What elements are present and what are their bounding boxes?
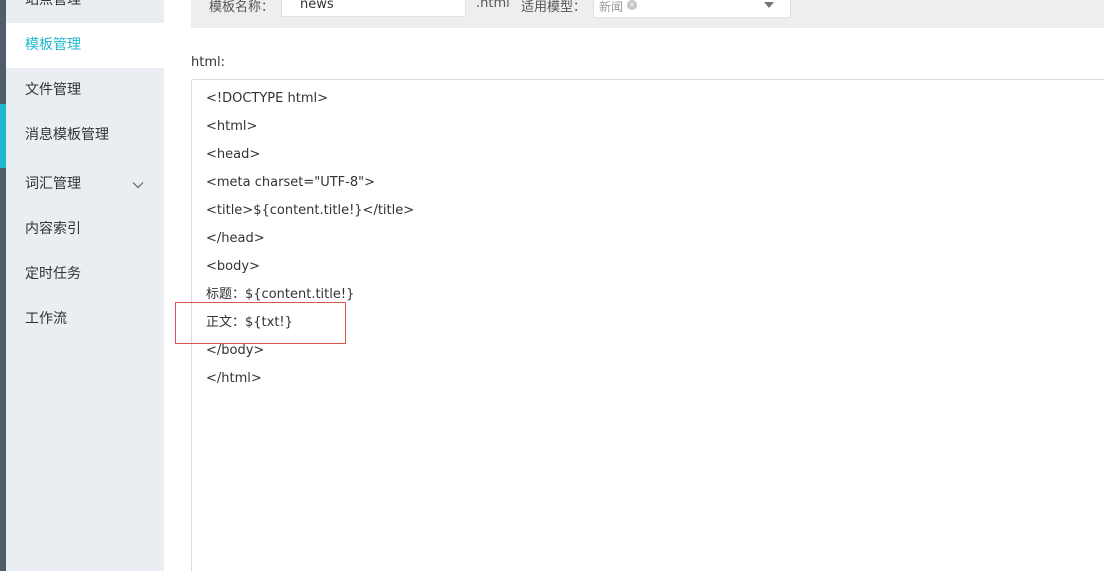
app-root: 站点管理 模板管理 文件管理 消息模板管理 词汇管理 内容索引 定时任务 工作流… [0, 0, 1104, 571]
sidebar-item-label: 词汇管理 [25, 176, 81, 192]
code-line: </html> [206, 371, 262, 386]
code-line: <html> [206, 119, 258, 134]
template-name-input[interactable]: news [281, 0, 466, 17]
sidebar-item-content-index[interactable]: 内容索引 [6, 207, 164, 252]
template-suffix: .html [476, 0, 510, 11]
annotation-highlight-box [175, 302, 346, 344]
caret-down-icon[interactable] [764, 2, 774, 8]
code-line: <meta charset="UTF-8"> [206, 175, 375, 190]
sidebar-item-file-management[interactable]: 文件管理 [6, 68, 164, 113]
sidebar-item-label: 站点管理 [25, 0, 81, 8]
sidebar-item-label: 文件管理 [25, 82, 81, 98]
code-line: </body> [206, 343, 265, 358]
template-name-value: news [300, 0, 334, 12]
template-name-label: 模板名称： [209, 0, 275, 15]
chevron-down-icon [132, 182, 144, 189]
code-line: <head> [206, 147, 261, 162]
sidebar-item-message-template-management[interactable]: 消息模板管理 [6, 113, 164, 158]
sidebar-item-label: 模板管理 [25, 37, 81, 53]
code-line: 标题：${content.title!} [206, 287, 355, 302]
sidebar: 站点管理 模板管理 文件管理 消息模板管理 词汇管理 内容索引 定时任务 工作流 [6, 0, 164, 571]
close-icon[interactable]: × [627, 0, 637, 10]
model-tag: 新闻 [599, 0, 623, 14]
model-tag-label: 新闻 [599, 0, 624, 14]
sidebar-item-label: 消息模板管理 [25, 127, 109, 143]
sidebar-item-site-management[interactable]: 站点管理 [6, 0, 164, 23]
html-editor-label: html: [191, 55, 225, 70]
model-select[interactable]: 新闻 × [593, 0, 791, 18]
sidebar-item-scheduled-tasks[interactable]: 定时任务 [6, 252, 164, 297]
model-label: 适用模型： [521, 0, 587, 15]
template-form-row: 模板名称： news .html 适用模型： 新闻 × [191, 0, 1104, 28]
sidebar-item-workflow[interactable]: 工作流 [6, 297, 164, 342]
code-line: <body> [206, 259, 260, 274]
sidebar-item-label: 内容索引 [25, 221, 81, 237]
sidebar-item-vocabulary-management[interactable]: 词汇管理 [6, 162, 164, 207]
code-line: <title>${content.title!}</title> [206, 203, 415, 218]
code-line: </head> [206, 231, 265, 246]
sidebar-item-label: 工作流 [25, 311, 67, 327]
code-line: <!DOCTYPE html> [206, 91, 328, 106]
sidebar-item-template-management[interactable]: 模板管理 [6, 23, 164, 68]
sidebar-item-label: 定时任务 [25, 266, 81, 282]
